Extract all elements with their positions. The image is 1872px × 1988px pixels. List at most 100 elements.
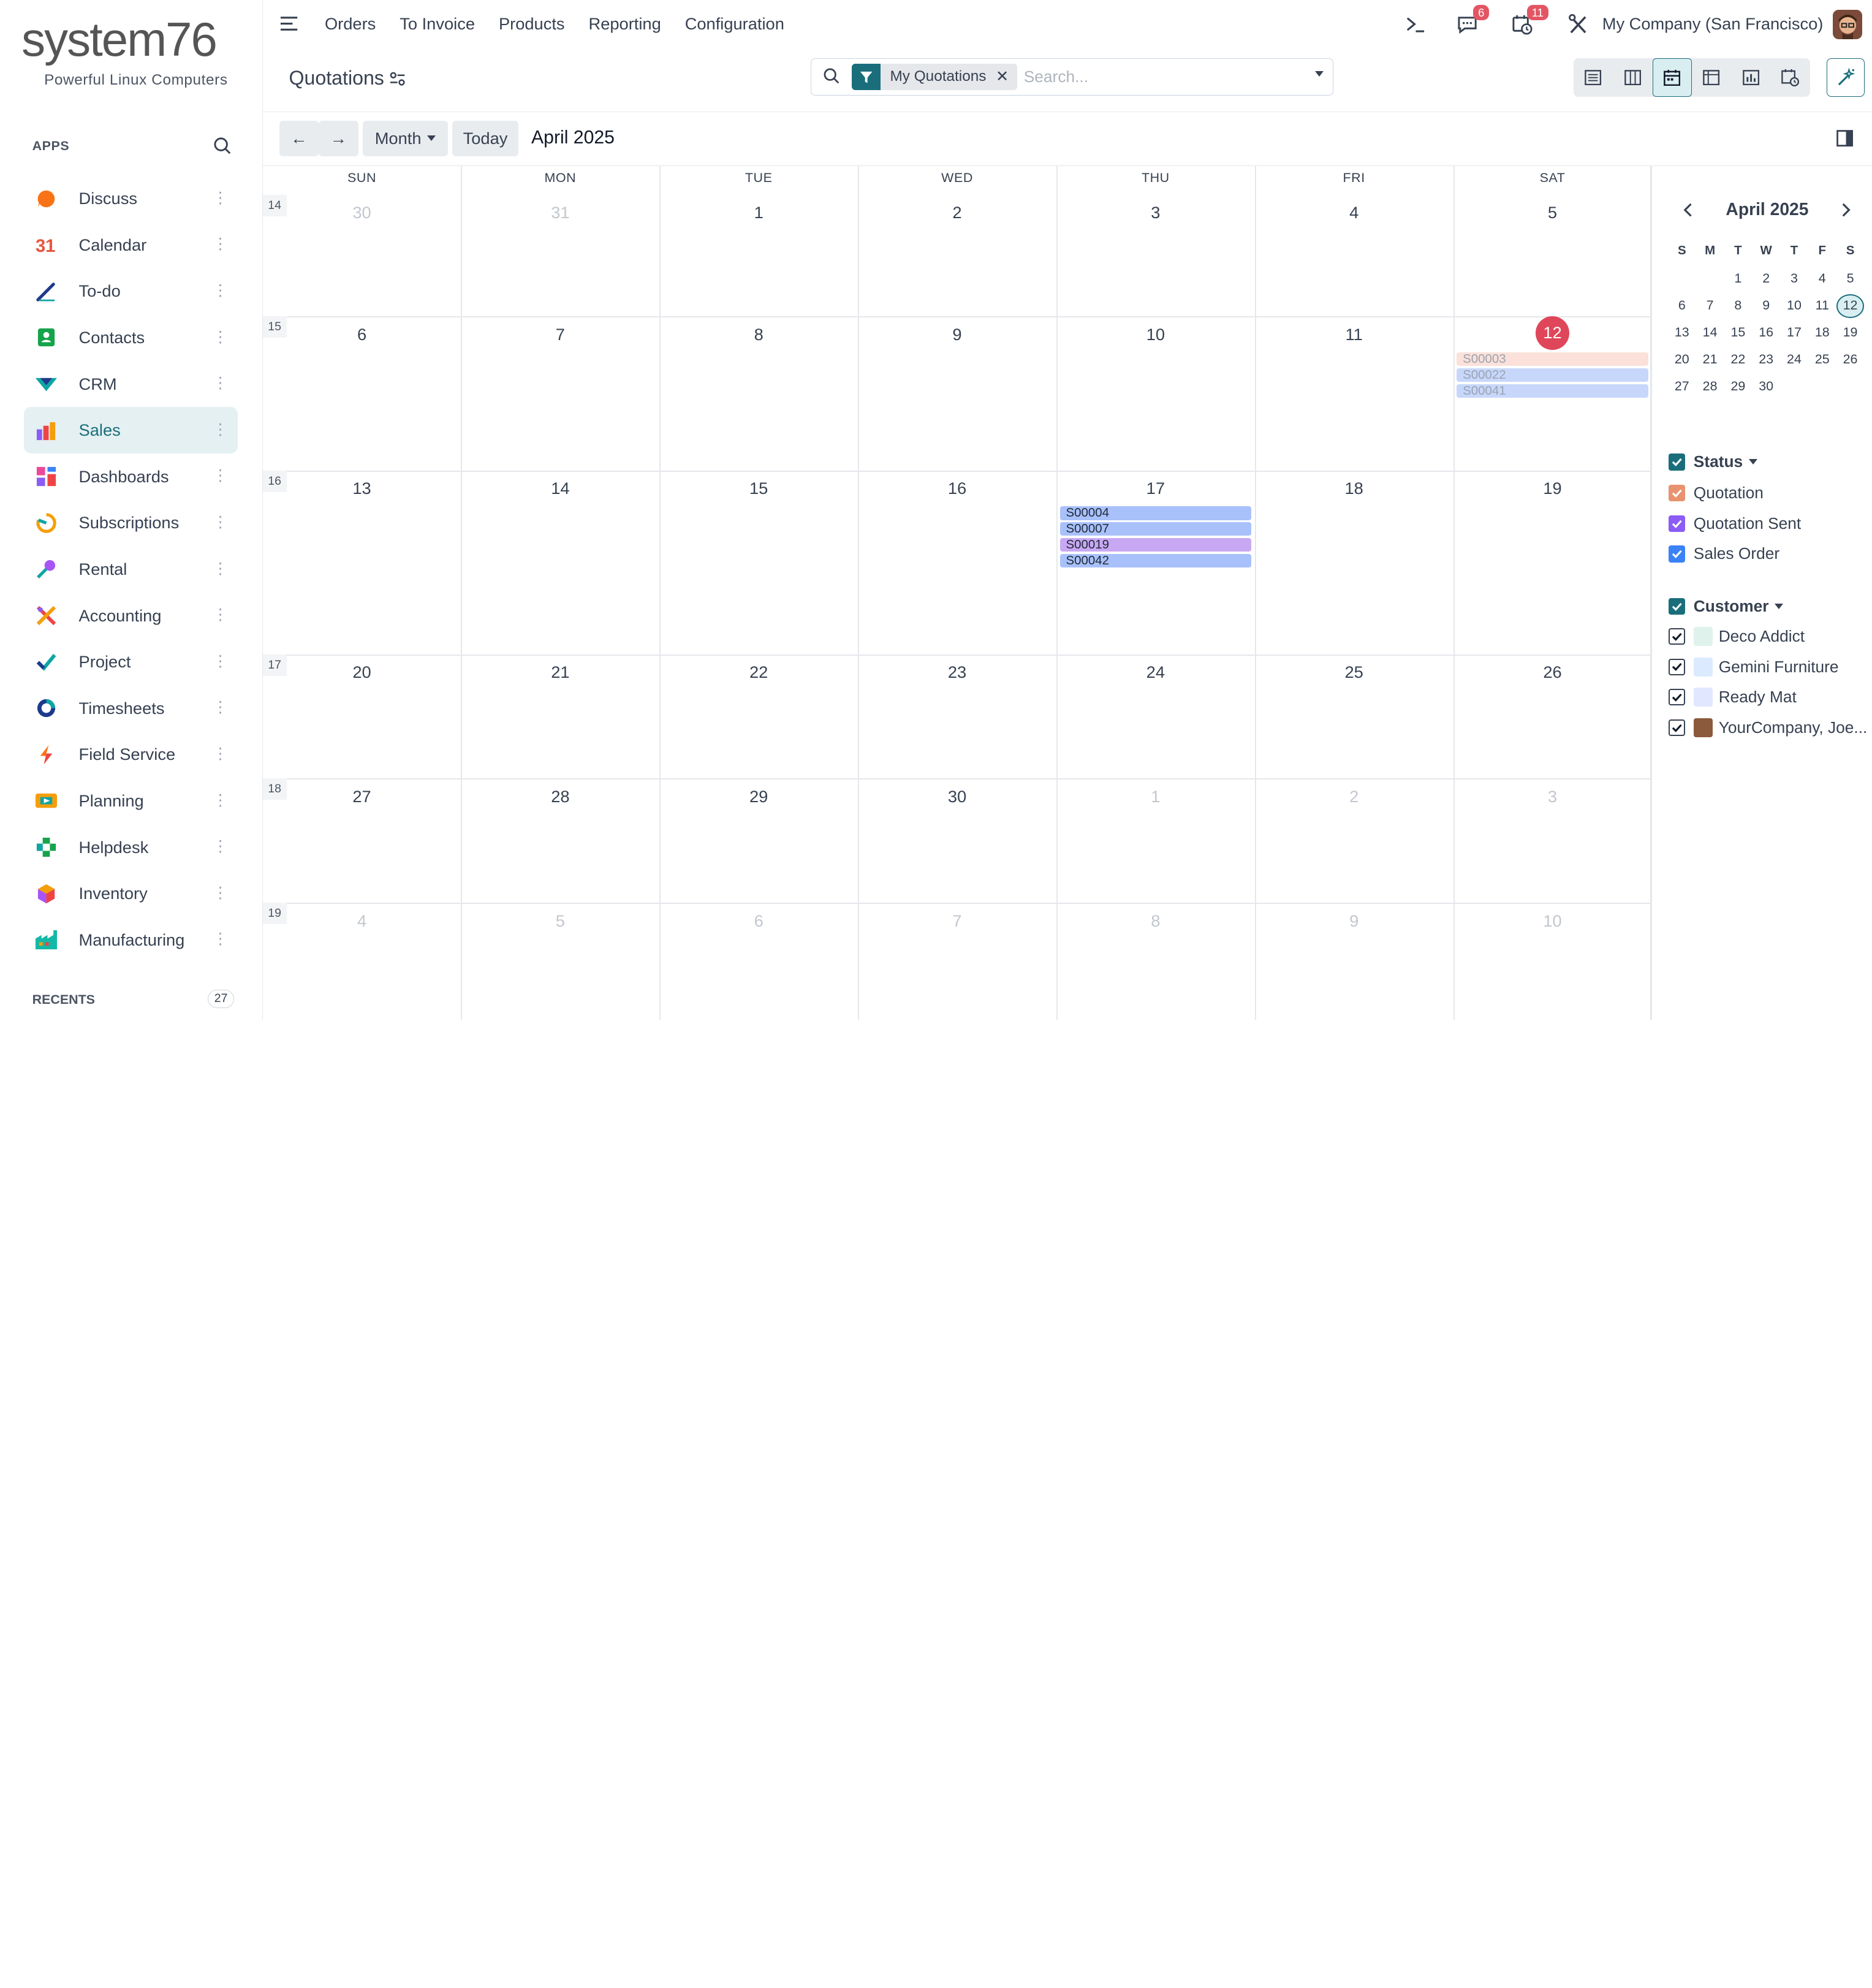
mini-day[interactable]: 27 [1668,379,1696,394]
mini-day[interactable]: 14 [1696,325,1724,340]
mini-day[interactable]: 7 [1696,298,1724,313]
menu-reporting[interactable]: Reporting [589,14,661,34]
mini-day[interactable]: 26 [1836,352,1865,367]
mini-day[interactable]: 30 [1752,379,1780,394]
mini-day[interactable]: 11 [1808,298,1836,313]
calendar-event[interactable]: S00003 [1457,352,1648,366]
day-number[interactable]: 11 [1342,325,1366,344]
today-button[interactable]: Today [452,120,518,157]
user-avatar[interactable] [1832,9,1863,40]
actions-gear-icon[interactable] [389,70,406,87]
mini-day[interactable]: 5 [1836,271,1865,286]
sidebar-app-sales[interactable]: Sales ⋮ [23,407,238,453]
day-number[interactable]: 3 [1540,787,1564,806]
mini-day[interactable]: 25 [1808,352,1836,367]
day-number[interactable]: 31 [548,203,572,222]
sidebar-app-inventory[interactable]: Inventory ⋮ [24,870,238,917]
graph-view-button[interactable] [1731,58,1770,96]
sidebar-app-to-do[interactable]: To-do ⋮ [24,268,238,315]
calendar-view-button[interactable] [1652,58,1692,97]
day-number[interactable]: 16 [945,479,969,498]
day-number[interactable]: 15 [747,479,771,498]
mini-day-today[interactable]: 12 [1836,294,1865,319]
customer-checkbox[interactable] [1668,689,1686,706]
day-number[interactable]: 7 [548,325,572,344]
app-options-icon[interactable]: ⋮ [213,560,228,577]
mini-day[interactable]: 2 [1752,271,1780,286]
mini-day[interactable]: 22 [1724,352,1753,367]
menu-orders[interactable]: Orders [325,14,376,34]
calendar-event[interactable]: S00004 [1059,506,1251,520]
day-number[interactable]: 25 [1342,662,1366,682]
sidebar-app-field-service[interactable]: Field Service ⋮ [24,732,238,778]
app-options-icon[interactable]: ⋮ [213,931,228,947]
sidebar-app-contacts[interactable]: Contacts ⋮ [24,314,238,361]
app-options-icon[interactable]: ⋮ [213,236,228,252]
app-options-icon[interactable]: ⋮ [213,653,228,670]
hamburger-menu-icon[interactable] [279,14,298,33]
sidebar-app-planning[interactable]: Planning ⋮ [24,778,238,824]
day-number[interactable]: 6 [747,911,771,931]
day-number[interactable]: 1 [1143,787,1167,806]
mini-day[interactable]: 19 [1836,325,1865,340]
app-options-icon[interactable]: ⋮ [213,514,228,531]
kanban-view-button[interactable] [1613,58,1652,96]
customer-filter-item[interactable]: Deco Addict [1668,626,1805,647]
chevron-left-icon[interactable] [1680,202,1697,218]
mini-day[interactable]: 1 [1724,271,1753,286]
search-input[interactable] [1023,66,1298,88]
menu-to-invoice[interactable]: To Invoice [400,14,475,34]
mini-day[interactable]: 28 [1696,379,1724,394]
mini-day[interactable]: 16 [1752,325,1780,340]
status-filter-item[interactable]: Sales Order [1668,544,1779,563]
previous-period-button[interactable]: ← [279,120,319,157]
app-options-icon[interactable]: ⋮ [213,838,228,855]
mini-day[interactable]: 9 [1752,298,1780,313]
terminal-icon[interactable] [1404,10,1428,39]
customer-checkbox[interactable] [1668,658,1686,675]
day-number[interactable]: 30 [350,203,374,222]
tools-icon[interactable] [1567,10,1589,39]
sidebar-app-accounting[interactable]: Accounting ⋮ [24,593,238,639]
sidebar-app-subscriptions[interactable]: Subscriptions ⋮ [24,500,238,547]
day-number[interactable]: 20 [350,662,374,682]
mini-day[interactable]: 20 [1668,352,1696,367]
day-number[interactable]: 1 [747,203,771,222]
day-number[interactable]: 8 [747,325,771,344]
mini-day[interactable]: 10 [1780,298,1808,313]
day-number[interactable]: 7 [945,911,969,931]
day-number[interactable]: 22 [747,662,771,682]
mini-day[interactable]: 4 [1808,271,1836,286]
day-number[interactable]: 30 [945,787,969,806]
filter-group-checkbox[interactable] [1668,598,1686,615]
app-options-icon[interactable]: ⋮ [213,282,228,299]
messages-button[interactable]: 6 [1457,4,1490,39]
filter-group-checkbox[interactable] [1668,453,1686,471]
app-options-icon[interactable]: ⋮ [213,699,228,716]
today-day-number[interactable]: 12 [1536,316,1569,350]
app-options-icon[interactable]: ⋮ [213,884,228,901]
sidebar-app-project[interactable]: Project ⋮ [24,639,238,685]
remove-facet-icon[interactable]: ✕ [996,64,1017,90]
status-color-checkbox[interactable] [1668,515,1686,532]
activity-view-button[interactable] [1770,58,1809,96]
calendar-event[interactable]: S00007 [1059,522,1251,536]
mini-day[interactable]: 29 [1724,379,1753,394]
app-options-icon[interactable]: ⋮ [213,328,228,346]
status-filter-item[interactable]: Quotation [1668,484,1764,503]
day-number[interactable]: 9 [1342,911,1366,931]
day-number[interactable]: 10 [1540,911,1564,931]
app-options-icon[interactable]: ⋮ [213,606,228,623]
sidebar-app-manufacturing[interactable]: Manufacturing ⋮ [24,917,238,963]
calendar-event[interactable]: S00041 [1457,384,1648,398]
day-number[interactable]: 28 [548,787,572,806]
mini-day[interactable]: 8 [1724,298,1753,313]
app-options-icon[interactable]: ⋮ [213,421,228,438]
day-number[interactable]: 23 [945,662,969,682]
calendar-event[interactable]: S00022 [1457,368,1648,382]
activities-button[interactable]: 11 [1512,4,1552,39]
day-number[interactable]: 27 [350,787,374,806]
day-number[interactable]: 5 [548,911,572,931]
customer-checkbox[interactable] [1668,719,1686,737]
day-number[interactable]: 24 [1143,662,1167,682]
